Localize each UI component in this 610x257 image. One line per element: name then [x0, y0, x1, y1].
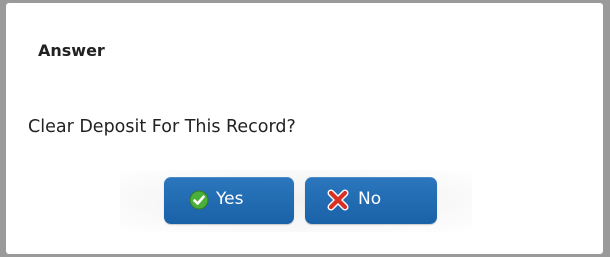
check-icon	[189, 190, 209, 210]
no-button-label: No	[358, 189, 382, 209]
no-button[interactable]: No	[305, 177, 437, 224]
dialog-message: Clear Deposit For This Record?	[28, 117, 296, 137]
dialog-title: Answer	[38, 41, 105, 60]
x-icon	[327, 189, 349, 211]
yes-button-label: Yes	[216, 189, 244, 209]
yes-button[interactable]: Yes	[164, 177, 294, 224]
